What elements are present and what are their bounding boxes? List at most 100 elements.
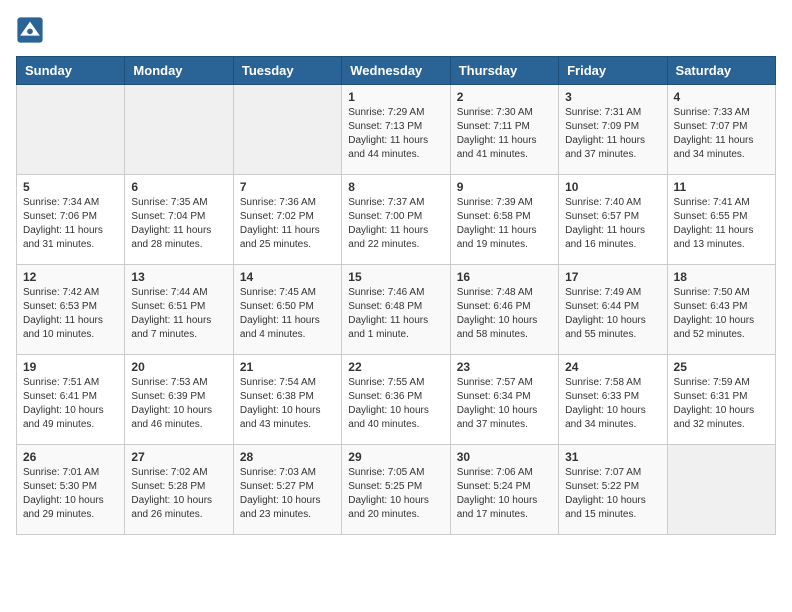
day-number: 9	[457, 180, 552, 194]
calendar-cell: 8 Sunrise: 7:37 AM Sunset: 7:00 PM Daylig…	[342, 175, 450, 265]
day-number: 14	[240, 270, 335, 284]
day-info: Sunrise: 7:35 AM Sunset: 7:04 PM Dayligh…	[131, 196, 226, 252]
day-info: Sunrise: 7:36 AM Sunset: 7:02 PM Dayligh…	[240, 196, 335, 252]
day-number: 13	[131, 270, 226, 284]
day-info: Sunrise: 7:31 AM Sunset: 7:09 PM Dayligh…	[565, 106, 660, 162]
day-info: Sunrise: 7:58 AM Sunset: 6:33 PM Dayligh…	[565, 376, 660, 432]
calendar-cell: 24 Sunrise: 7:58 AM Sunset: 6:33 PM Dayli…	[559, 355, 667, 445]
weekday-header-row: SundayMondayTuesdayWednesdayThursdayFrid…	[17, 57, 776, 85]
day-number: 24	[565, 360, 660, 374]
day-info: Sunrise: 7:54 AM Sunset: 6:38 PM Dayligh…	[240, 376, 335, 432]
day-number: 17	[565, 270, 660, 284]
calendar-week-row: 1 Sunrise: 7:29 AM Sunset: 7:13 PM Daylig…	[17, 85, 776, 175]
calendar-cell: 19 Sunrise: 7:51 AM Sunset: 6:41 PM Dayli…	[17, 355, 125, 445]
day-number: 27	[131, 450, 226, 464]
calendar-week-row: 12 Sunrise: 7:42 AM Sunset: 6:53 PM Dayli…	[17, 265, 776, 355]
day-number: 8	[348, 180, 443, 194]
calendar-cell: 23Sunrise: 7:57 AM Sunset: 6:34 PM Dayli…	[450, 355, 558, 445]
day-info: Sunrise: 7:44 AM Sunset: 6:51 PM Dayligh…	[131, 286, 226, 342]
day-info: Sunrise: 7:50 AM Sunset: 6:43 PM Dayligh…	[674, 286, 769, 342]
day-number: 19	[23, 360, 118, 374]
day-number: 7	[240, 180, 335, 194]
day-info: Sunrise: 7:37 AM Sunset: 7:00 PM Dayligh…	[348, 196, 443, 252]
day-info: Sunrise: 7:03 AM Sunset: 5:27 PM Dayligh…	[240, 466, 335, 522]
calendar-cell: 2 Sunrise: 7:30 AM Sunset: 7:11 PM Daylig…	[450, 85, 558, 175]
day-number: 12	[23, 270, 118, 284]
weekday-header-friday: Friday	[559, 57, 667, 85]
day-number: 30	[457, 450, 552, 464]
calendar-cell: 12 Sunrise: 7:42 AM Sunset: 6:53 PM Dayli…	[17, 265, 125, 355]
day-info: Sunrise: 7:30 AM Sunset: 7:11 PM Dayligh…	[457, 106, 552, 162]
calendar-cell: 11 Sunrise: 7:41 AM Sunset: 6:55 PM Dayli…	[667, 175, 775, 265]
weekday-header-wednesday: Wednesday	[342, 57, 450, 85]
day-info: Sunrise: 7:45 AM Sunset: 6:50 PM Dayligh…	[240, 286, 335, 342]
day-number: 3	[565, 90, 660, 104]
calendar-week-row: 26 Sunrise: 7:01 AM Sunset: 5:30 PM Dayli…	[17, 445, 776, 535]
calendar-table: SundayMondayTuesdayWednesdayThursdayFrid…	[16, 56, 776, 535]
day-info: Sunrise: 7:53 AM Sunset: 6:39 PM Dayligh…	[131, 376, 226, 432]
day-info: Sunrise: 7:41 AM Sunset: 6:55 PM Dayligh…	[674, 196, 769, 252]
day-number: 26	[23, 450, 118, 464]
calendar-cell: 28Sunrise: 7:03 AM Sunset: 5:27 PM Dayli…	[233, 445, 341, 535]
day-number: 29	[348, 450, 443, 464]
day-number: 31	[565, 450, 660, 464]
weekday-header-thursday: Thursday	[450, 57, 558, 85]
day-info: Sunrise: 7:33 AM Sunset: 7:07 PM Dayligh…	[674, 106, 769, 162]
day-number: 22	[348, 360, 443, 374]
calendar-cell: 6Sunrise: 7:35 AM Sunset: 7:04 PM Daylig…	[125, 175, 233, 265]
day-number: 23	[457, 360, 552, 374]
day-number: 11	[674, 180, 769, 194]
page-header	[16, 16, 776, 44]
calendar-cell: 15 Sunrise: 7:46 AM Sunset: 6:48 PM Dayli…	[342, 265, 450, 355]
day-number: 15	[348, 270, 443, 284]
calendar-cell	[125, 85, 233, 175]
calendar-cell: 26 Sunrise: 7:01 AM Sunset: 5:30 PM Dayli…	[17, 445, 125, 535]
weekday-header-sunday: Sunday	[17, 57, 125, 85]
calendar-cell: 30 Sunrise: 7:06 AM Sunset: 5:24 PM Dayli…	[450, 445, 558, 535]
calendar-cell: 25 Sunrise: 7:59 AM Sunset: 6:31 PM Dayli…	[667, 355, 775, 445]
day-number: 1	[348, 90, 443, 104]
weekday-header-saturday: Saturday	[667, 57, 775, 85]
day-info: Sunrise: 7:51 AM Sunset: 6:41 PM Dayligh…	[23, 376, 118, 432]
calendar-cell: 10 Sunrise: 7:40 AM Sunset: 6:57 PM Dayli…	[559, 175, 667, 265]
calendar-cell: 31 Sunrise: 7:07 AM Sunset: 5:22 PM Dayli…	[559, 445, 667, 535]
calendar-cell: 9 Sunrise: 7:39 AM Sunset: 6:58 PM Daylig…	[450, 175, 558, 265]
day-info: Sunrise: 7:07 AM Sunset: 5:22 PM Dayligh…	[565, 466, 660, 522]
calendar-cell	[17, 85, 125, 175]
calendar-cell: 13 Sunrise: 7:44 AM Sunset: 6:51 PM Dayli…	[125, 265, 233, 355]
day-info: Sunrise: 7:01 AM Sunset: 5:30 PM Dayligh…	[23, 466, 118, 522]
day-number: 2	[457, 90, 552, 104]
calendar-cell: 14 Sunrise: 7:45 AM Sunset: 6:50 PM Dayli…	[233, 265, 341, 355]
day-info: Sunrise: 7:02 AM Sunset: 5:28 PM Dayligh…	[131, 466, 226, 522]
day-info: Sunrise: 7:06 AM Sunset: 5:24 PM Dayligh…	[457, 466, 552, 522]
calendar-cell: 5 Sunrise: 7:34 AM Sunset: 7:06 PM Daylig…	[17, 175, 125, 265]
calendar-cell: 20 Sunrise: 7:53 AM Sunset: 6:39 PM Dayli…	[125, 355, 233, 445]
day-number: 25	[674, 360, 769, 374]
calendar-week-row: 5 Sunrise: 7:34 AM Sunset: 7:06 PM Daylig…	[17, 175, 776, 265]
day-number: 16	[457, 270, 552, 284]
calendar-cell: 4 Sunrise: 7:33 AM Sunset: 7:07 PM Daylig…	[667, 85, 775, 175]
day-info: Sunrise: 7:59 AM Sunset: 6:31 PM Dayligh…	[674, 376, 769, 432]
calendar-cell: 7 Sunrise: 7:36 AM Sunset: 7:02 PM Daylig…	[233, 175, 341, 265]
day-number: 20	[131, 360, 226, 374]
day-info: Sunrise: 7:29 AM Sunset: 7:13 PM Dayligh…	[348, 106, 443, 162]
logo	[16, 16, 48, 44]
calendar-cell: 18Sunrise: 7:50 AM Sunset: 6:43 PM Dayli…	[667, 265, 775, 355]
day-info: Sunrise: 7:42 AM Sunset: 6:53 PM Dayligh…	[23, 286, 118, 342]
day-info: Sunrise: 7:46 AM Sunset: 6:48 PM Dayligh…	[348, 286, 443, 342]
day-number: 10	[565, 180, 660, 194]
day-info: Sunrise: 7:49 AM Sunset: 6:44 PM Dayligh…	[565, 286, 660, 342]
day-number: 5	[23, 180, 118, 194]
calendar-cell: 27 Sunrise: 7:02 AM Sunset: 5:28 PM Dayli…	[125, 445, 233, 535]
day-info: Sunrise: 7:40 AM Sunset: 6:57 PM Dayligh…	[565, 196, 660, 252]
calendar-cell	[667, 445, 775, 535]
day-number: 4	[674, 90, 769, 104]
day-info: Sunrise: 7:55 AM Sunset: 6:36 PM Dayligh…	[348, 376, 443, 432]
calendar-cell: 1 Sunrise: 7:29 AM Sunset: 7:13 PM Daylig…	[342, 85, 450, 175]
day-info: Sunrise: 7:34 AM Sunset: 7:06 PM Dayligh…	[23, 196, 118, 252]
day-info: Sunrise: 7:48 AM Sunset: 6:46 PM Dayligh…	[457, 286, 552, 342]
calendar-cell: 21Sunrise: 7:54 AM Sunset: 6:38 PM Dayli…	[233, 355, 341, 445]
calendar-cell: 22 Sunrise: 7:55 AM Sunset: 6:36 PM Dayli…	[342, 355, 450, 445]
calendar-week-row: 19 Sunrise: 7:51 AM Sunset: 6:41 PM Dayli…	[17, 355, 776, 445]
day-info: Sunrise: 7:39 AM Sunset: 6:58 PM Dayligh…	[457, 196, 552, 252]
